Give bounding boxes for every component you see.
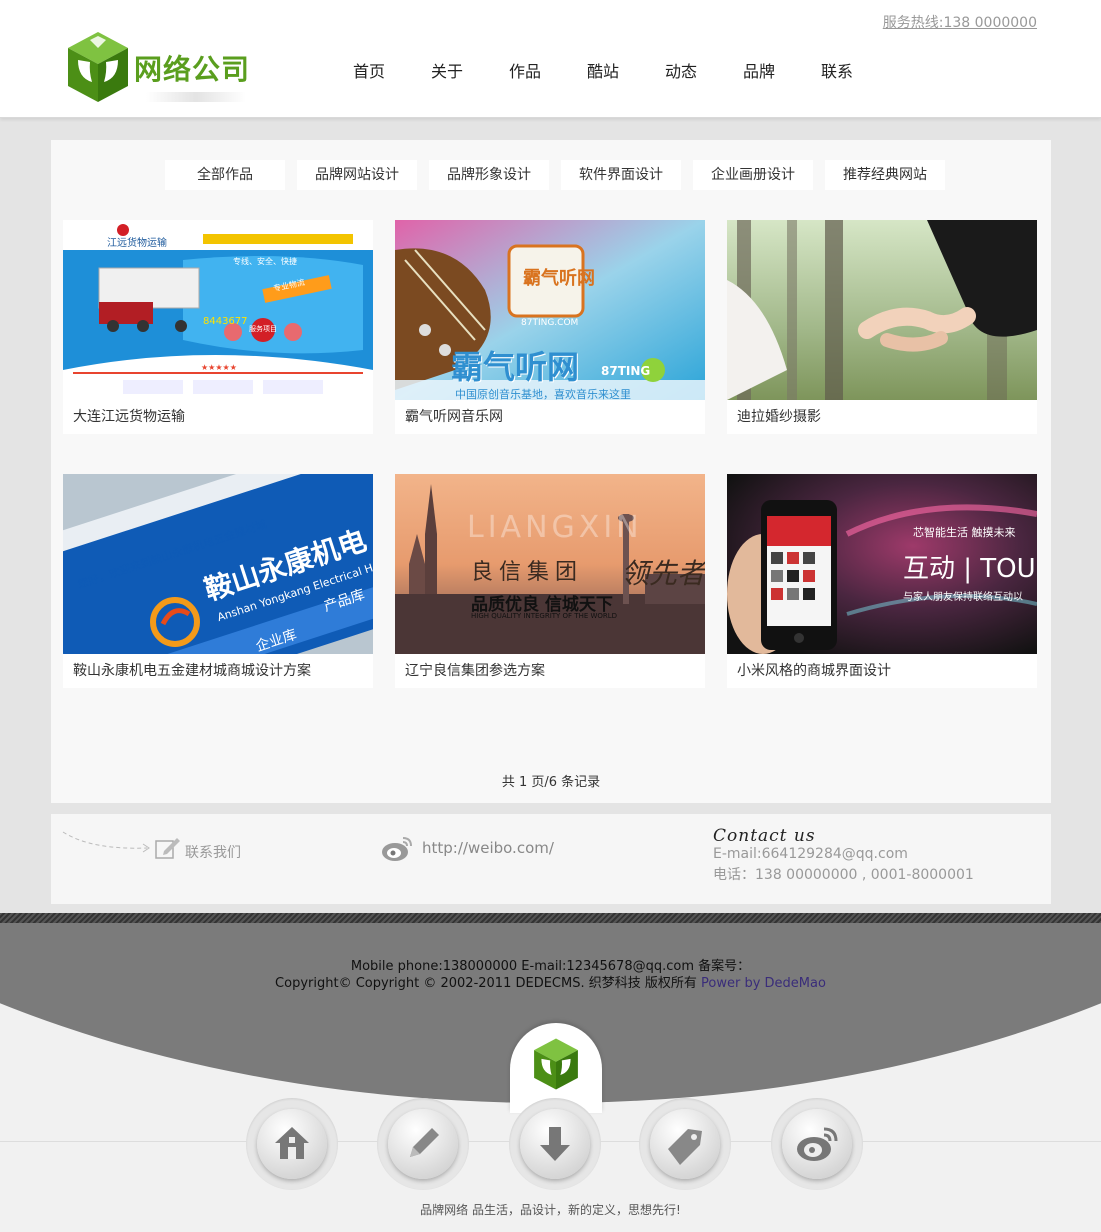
thumb-sub: 87TING [601, 364, 651, 378]
thumb-bottom-text: 与家人朋友保持联络互动以 [903, 592, 1023, 603]
logo-cube-icon [534, 1038, 578, 1090]
work-card[interactable]: 您好，欢迎来到鞍山永康机电五金建材城 鞍山永康机电 Anshan Yongkan… [63, 474, 373, 688]
footer-stripe [0, 913, 1101, 923]
thumb-button: 服务项目 [249, 325, 277, 333]
work-title[interactable]: 小米风格的商城界面设计 [727, 654, 1037, 688]
thumb-group-name: 良信集团 [471, 560, 584, 585]
logo-reflection [146, 92, 246, 102]
category-filters: 全部作品 品牌网站设计 品牌形象设计 软件界面设计 企业画册设计 推荐经典网站 [165, 160, 957, 190]
blog-tag-icon [668, 1129, 702, 1165]
thumb-badge: 专线、安全、快捷 [233, 257, 297, 266]
work-thumbnail[interactable] [727, 220, 1037, 400]
thumb-phone: 8443677 [203, 316, 248, 327]
work-thumbnail[interactable]: 江远货物运输 专线、安全、快捷 专业物流 8443677 服务项目 ★★★★★ [63, 220, 373, 400]
work-thumbnail[interactable]: LIANGXIN 良信集团 领先者 品质优良 信城天下 HIGH QUALITY… [395, 474, 705, 654]
weibo-icon [382, 837, 412, 861]
thumb-calligraphy: 领先者 [621, 557, 705, 590]
edit-icon [155, 838, 180, 859]
footer-weibo-button[interactable] [771, 1098, 863, 1190]
work-card[interactable]: LIANGXIN 良信集团 领先者 品质优良 信城天下 HIGH QUALITY… [395, 474, 705, 688]
thumb-company: 江远货物运输 [107, 238, 167, 249]
logo-cube-icon [68, 32, 128, 102]
work-thumbnail[interactable]: 芯智能生活 触摸未来 互动 | TOU 与家人朋友保持联络互动以 [727, 474, 1037, 654]
footer-home-button[interactable] [246, 1098, 338, 1190]
nav-contact[interactable]: 联系 [798, 58, 876, 82]
footer-slogan: 品牌网络 品生活，品设计，新的定义，思想先行! [420, 1203, 681, 1217]
pagination-info: 共 1 页/6 条记录 [501, 775, 601, 790]
work-card[interactable]: 江远货物运输 专线、安全、快捷 专业物流 8443677 服务项目 ★★★★★ … [63, 220, 373, 434]
work-title[interactable]: 鞍山永康机电五金建材城商城设计方案 [63, 654, 373, 688]
weibo-link[interactable]: http://weibo.com/ [422, 839, 554, 857]
thumb-url: 87TING.COM [521, 318, 579, 328]
logo-text: 网络公司 [134, 53, 251, 86]
thumb-stars: ★★★★★ [201, 363, 237, 372]
filter-classic-sites[interactable]: 推荐经典网站 [825, 160, 945, 190]
contact-email: E-mail:664129284@qq.com [713, 846, 908, 862]
filter-brand-website[interactable]: 品牌网站设计 [297, 160, 417, 190]
wedding-photo [727, 220, 1037, 400]
work-card[interactable]: 迪拉婚纱摄影 [727, 220, 1037, 434]
contact-phone: 电话：138 00000000 , 0001-8000001 [713, 867, 974, 883]
works-panel: 全部作品 品牌网站设计 品牌形象设计 软件界面设计 企业画册设计 推荐经典网站 [51, 140, 1051, 803]
filter-all-works[interactable]: 全部作品 [165, 160, 285, 190]
work-title[interactable]: 辽宁良信集团参选方案 [395, 654, 705, 688]
work-title[interactable]: 大连江远货物运输 [63, 400, 373, 434]
contact-heading: Contact us [713, 826, 816, 846]
copyright-text: Copyright© Copyright © 2002-2011 DEDECMS… [275, 976, 697, 991]
hotline-link[interactable]: 服务热线:138 0000000 [883, 12, 1037, 32]
work-title[interactable]: 迪拉婚纱摄影 [727, 400, 1037, 434]
work-title[interactable]: 霸气听网音乐网 [395, 400, 705, 434]
nav-news[interactable]: 动态 [642, 58, 720, 82]
nav-about[interactable]: 关于 [408, 58, 486, 82]
footer-download-button[interactable] [509, 1098, 601, 1190]
home-icon [275, 1127, 309, 1159]
footer-blog-button[interactable] [639, 1098, 731, 1190]
power-by-link[interactable]: Power by DedeMao [701, 976, 826, 991]
thumb-mid-text: 互动 | TOU [903, 554, 1036, 584]
site-logo[interactable]: 网络公司 [66, 30, 266, 110]
footer-edit-button[interactable] [377, 1098, 469, 1190]
contact-strip: 联系我们 http://weibo.com/ Contact us E-mail… [51, 814, 1051, 904]
thumb-logo: 霸气听网 [523, 268, 595, 289]
footer-copyright-line: Copyright© Copyright © 2002-2011 DEDECMS… [0, 972, 1101, 991]
filter-brochure[interactable]: 企业画册设计 [693, 160, 813, 190]
nav-brand[interactable]: 品牌 [720, 58, 798, 82]
dashed-arrow-icon [62, 831, 150, 853]
work-card[interactable]: 芯智能生活 触摸未来 互动 | TOU 与家人朋友保持联络互动以 小米风格的商城… [727, 474, 1037, 688]
filter-brand-identity[interactable]: 品牌形象设计 [429, 160, 549, 190]
thumb-big-letters: LIANGXIN [467, 510, 643, 545]
thumb-en-slogan: HIGH QUALITY INTEGRITY OF THE WORLD [471, 612, 618, 620]
filter-software-ui[interactable]: 软件界面设计 [561, 160, 681, 190]
thumb-big-title: 霸气听网 [451, 348, 580, 386]
work-thumbnail[interactable]: 您好，欢迎来到鞍山永康机电五金建材城 鞍山永康机电 Anshan Yongkan… [63, 474, 373, 654]
download-arrow-icon [540, 1127, 570, 1161]
work-thumbnail[interactable]: 霸气听网 87TING.COM 霸气听网 87TING 中国原创音乐基地，喜欢音… [395, 220, 705, 400]
site-footer: Mobile phone:138000000 E-mail:12345678@q… [0, 923, 1101, 1232]
nav-cool-sites[interactable]: 酷站 [564, 58, 642, 82]
main-nav: 首页 关于 作品 酷站 动态 品牌 联系 [330, 58, 876, 82]
work-card[interactable]: 霸气听网 87TING.COM 霸气听网 87TING 中国原创音乐基地，喜欢音… [395, 220, 705, 434]
nav-works[interactable]: 作品 [486, 58, 564, 82]
pencil-icon [410, 1128, 439, 1157]
nav-home[interactable]: 首页 [330, 58, 408, 82]
site-header: 服务热线:138 0000000 网络公司 首页 关于 作品 酷站 动态 品牌 … [0, 0, 1101, 118]
contact-us-link[interactable]: 联系我们 [185, 842, 241, 862]
thumb-top-text: 芯智能生活 触摸未来 [913, 526, 1016, 539]
weibo-icon [797, 1127, 838, 1161]
thumb-bottom-text: 中国原创音乐基地，喜欢音乐来这里 [455, 388, 631, 400]
